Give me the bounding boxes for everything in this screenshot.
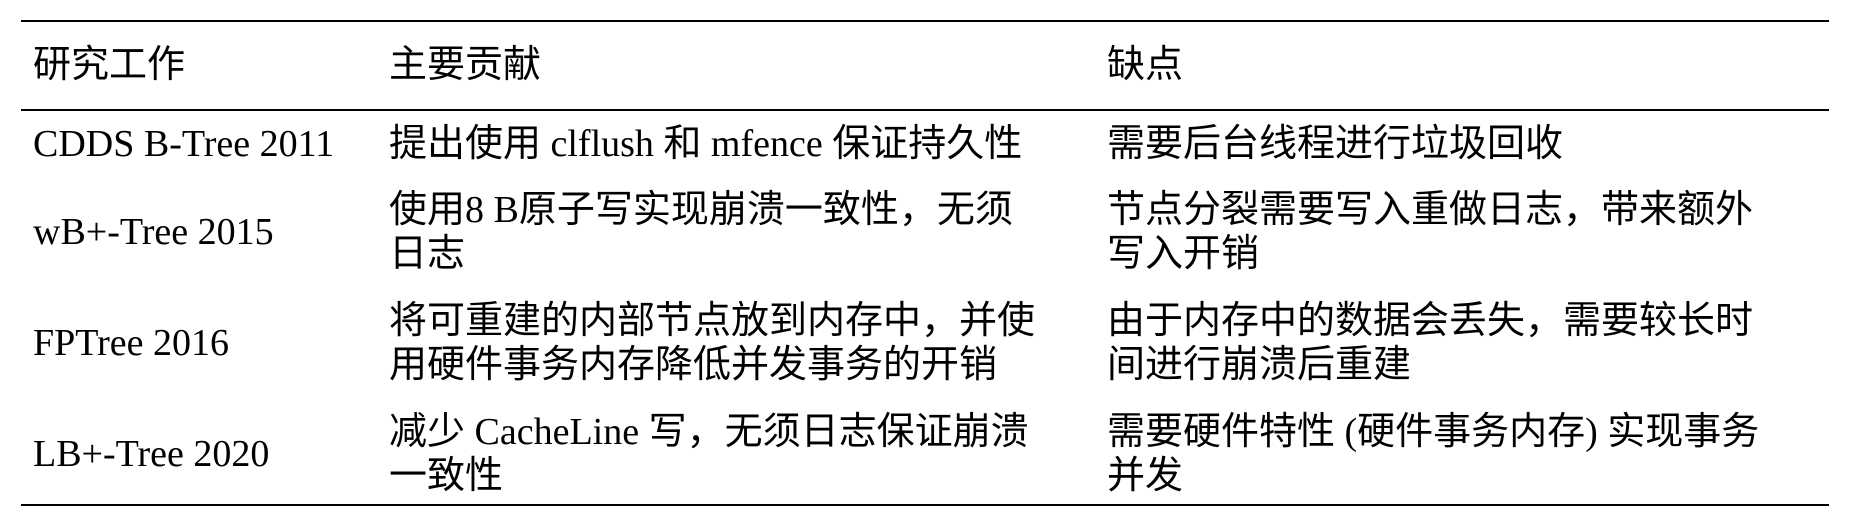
cell-text-line: 用硬件事务内存降低并发事务的开销 bbox=[389, 344, 998, 386]
cell-text-line: 由于内存中的数据会丢失，需要较长时 bbox=[1107, 300, 1754, 342]
table-row: wB+-Tree 2015 使用8 B原子写实现崩溃一致性，无须 日志 节点分裂… bbox=[0, 188, 1849, 276]
cell-text: wB+-Tree 2015 bbox=[33, 211, 274, 253]
cell-text: LB+-Tree 2020 bbox=[33, 433, 270, 475]
cell-text: 需要后台线程进行垃圾回收 bbox=[1107, 123, 1564, 165]
header-label: 研究工作 bbox=[33, 44, 186, 86]
cell-text-line: 间进行崩溃后重建 bbox=[1107, 344, 1412, 386]
header-cell-main-contribution: 主要贡献 bbox=[389, 42, 1089, 88]
drawback-cell: 由于内存中的数据会丢失，需要较长时 间进行崩溃后重建 bbox=[1107, 299, 1817, 387]
drawback-cell: 节点分裂需要写入重做日志，带来额外 写入开销 bbox=[1107, 188, 1817, 276]
contribution-cell: 减少 CacheLine 写，无须日志保证崩溃 一致性 bbox=[389, 410, 1089, 498]
contribution-cell: 使用8 B原子写实现崩溃一致性，无须 日志 bbox=[389, 188, 1089, 276]
table-row: LB+-Tree 2020 减少 CacheLine 写，无须日志保证崩溃 一致… bbox=[0, 410, 1849, 498]
cell-text-line: 一致性 bbox=[389, 455, 504, 497]
table-header-row: 研究工作 主要贡献 缺点 bbox=[0, 42, 1849, 88]
cell-text-line: 节点分裂需要写入重做日志，带来额外 bbox=[1107, 189, 1754, 231]
contribution-cell: 提出使用 clflush 和 mfence 保证持久性 bbox=[389, 121, 1089, 167]
header-cell-research-work: 研究工作 bbox=[33, 42, 373, 88]
cell-text-line: 需要硬件特性 (硬件事务内存) 实现事务 bbox=[1107, 411, 1760, 453]
cell-text: FPTree 2016 bbox=[33, 322, 230, 364]
header-label: 缺点 bbox=[1107, 44, 1184, 86]
table-row: FPTree 2016 将可重建的内部节点放到内存中，并使 用硬件事务内存降低并… bbox=[0, 299, 1849, 387]
cell-text-line: 减少 CacheLine 写，无须日志保证崩溃 bbox=[389, 411, 1029, 453]
cell-text: CDDS B-Tree 2011 bbox=[33, 123, 335, 165]
work-cell: CDDS B-Tree 2011 bbox=[33, 121, 373, 167]
drawback-cell: 需要硬件特性 (硬件事务内存) 实现事务 并发 bbox=[1107, 410, 1817, 498]
work-cell: FPTree 2016 bbox=[33, 299, 373, 387]
work-cell: LB+-Tree 2020 bbox=[33, 410, 373, 498]
drawback-cell: 需要后台线程进行垃圾回收 bbox=[1107, 121, 1817, 167]
cell-text: 提出使用 clflush 和 mfence 保证持久性 bbox=[389, 123, 1023, 165]
work-cell: wB+-Tree 2015 bbox=[33, 188, 373, 276]
cell-text-line: 使用8 B原子写实现崩溃一致性，无须 bbox=[389, 189, 1013, 231]
table-mid-rule bbox=[21, 109, 1829, 111]
cell-text-line: 将可重建的内部节点放到内存中，并使 bbox=[389, 300, 1036, 342]
header-label: 主要贡献 bbox=[389, 44, 542, 86]
comparison-table: 研究工作 主要贡献 缺点 CDDS B-Tree 2011 提出使用 clflu… bbox=[0, 0, 1849, 521]
table-row: CDDS B-Tree 2011 提出使用 clflush 和 mfence 保… bbox=[0, 121, 1849, 167]
cell-text-line: 日志 bbox=[389, 233, 466, 275]
cell-text-line: 并发 bbox=[1107, 455, 1184, 497]
header-cell-drawback: 缺点 bbox=[1107, 42, 1817, 88]
cell-text-line: 写入开销 bbox=[1107, 233, 1260, 275]
table-bottom-rule bbox=[21, 504, 1829, 506]
table-top-rule bbox=[21, 20, 1829, 22]
contribution-cell: 将可重建的内部节点放到内存中，并使 用硬件事务内存降低并发事务的开销 bbox=[389, 299, 1089, 387]
